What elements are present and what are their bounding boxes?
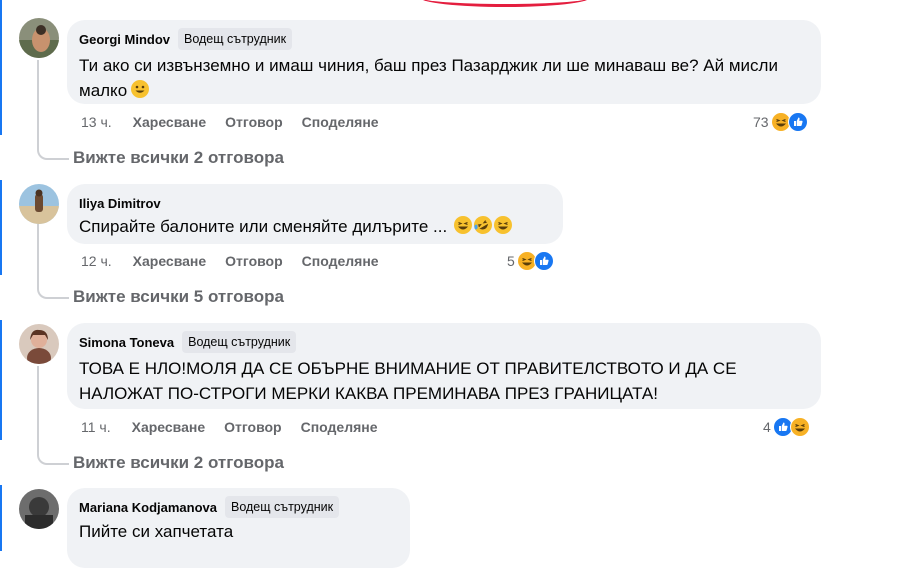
grin-emoji-icon xyxy=(453,215,473,235)
comment-author[interactable]: Georgi Mindov xyxy=(79,32,170,47)
thread-line xyxy=(37,224,39,285)
comment-actions: 12 ч. Харесване Отговор Споделяне xyxy=(81,253,379,269)
reply-link[interactable]: Отговор xyxy=(225,253,282,269)
view-replies-link[interactable]: Вижте всички 5 отговора xyxy=(73,287,284,307)
reaction-summary[interactable]: 73 xyxy=(753,112,808,132)
comment-text: Пийте си хапчетата xyxy=(79,522,234,541)
like-link[interactable]: Харесване xyxy=(133,114,207,130)
avatar[interactable] xyxy=(19,18,59,58)
thread-connector xyxy=(37,285,69,299)
view-replies-link[interactable]: Вижте всички 2 отговора xyxy=(73,453,284,473)
like-link[interactable]: Харесване xyxy=(133,253,207,269)
grin-emoji-icon xyxy=(493,215,513,235)
comment-bubble: Mariana Kodjamanova Водещ сътрудник Пийт… xyxy=(67,488,410,568)
rofl-emoji-icon xyxy=(473,215,493,235)
top-contributor-badge: Водещ сътрудник xyxy=(225,496,340,518)
avatar[interactable] xyxy=(19,324,59,364)
comment-timestamp[interactable]: 13 ч. xyxy=(81,114,112,130)
thread-connector xyxy=(37,146,69,160)
smile-emoji-icon xyxy=(130,79,150,99)
comment-author[interactable]: Iliya Dimitrov xyxy=(79,196,161,211)
comment-author[interactable]: Simona Toneva xyxy=(79,335,174,350)
reaction-summary[interactable]: 4 xyxy=(763,417,810,437)
left-accent-rule xyxy=(0,485,2,551)
comment-text: Ти ако си извънземно и имаш чиния, баш п… xyxy=(79,56,778,100)
left-accent-rule xyxy=(0,0,2,135)
top-contributor-badge: Водещ сътрудник xyxy=(182,331,297,353)
avatar[interactable] xyxy=(19,489,59,529)
like-reaction-icon xyxy=(533,251,554,271)
highlight-arc xyxy=(420,0,590,7)
haha-reaction-icon xyxy=(789,417,810,437)
share-link[interactable]: Споделяне xyxy=(301,419,378,435)
comment-actions: 11 ч. Харесване Отговор Споделяне xyxy=(81,419,378,435)
share-link[interactable]: Споделяне xyxy=(302,253,379,269)
reply-link[interactable]: Отговор xyxy=(224,419,281,435)
left-accent-rule xyxy=(0,320,2,440)
reaction-count: 73 xyxy=(753,114,769,130)
comment-timestamp[interactable]: 11 ч. xyxy=(81,419,111,435)
comment-bubble: Iliya Dimitrov Спирайте балоните или сме… xyxy=(67,184,563,244)
reaction-count: 5 xyxy=(507,253,515,269)
reaction-summary[interactable]: 5 xyxy=(507,251,554,271)
comment-text: Спирайте балоните или сменяйте дилърите … xyxy=(79,214,551,239)
like-reaction-icon xyxy=(787,112,808,132)
thread-line xyxy=(37,60,39,146)
like-link[interactable]: Харесване xyxy=(132,419,206,435)
reaction-count: 4 xyxy=(763,419,771,435)
avatar[interactable] xyxy=(19,184,59,224)
comment-bubble: Simona Toneva Водещ сътрудник ТОВА Е НЛО… xyxy=(67,323,821,409)
share-link[interactable]: Споделяне xyxy=(302,114,379,130)
comment-author[interactable]: Mariana Kodjamanova xyxy=(79,500,217,515)
thread-line xyxy=(37,366,39,451)
comment-timestamp[interactable]: 12 ч. xyxy=(81,253,112,269)
comment-actions: 13 ч. Харесване Отговор Споделяне xyxy=(81,114,379,130)
comment-bubble: Georgi Mindov Водещ сътрудник Ти ако си … xyxy=(67,20,821,104)
thread-connector xyxy=(37,451,69,465)
comment-text: ТОВА Е НЛО!МОЛЯ ДА СЕ ОБЪРНЕ ВНИМАНИЕ ОТ… xyxy=(79,359,737,403)
reply-link[interactable]: Отговор xyxy=(225,114,282,130)
left-accent-rule xyxy=(0,180,2,275)
top-contributor-badge: Водещ сътрудник xyxy=(178,28,293,50)
view-replies-link[interactable]: Вижте всички 2 отговора xyxy=(73,148,284,168)
